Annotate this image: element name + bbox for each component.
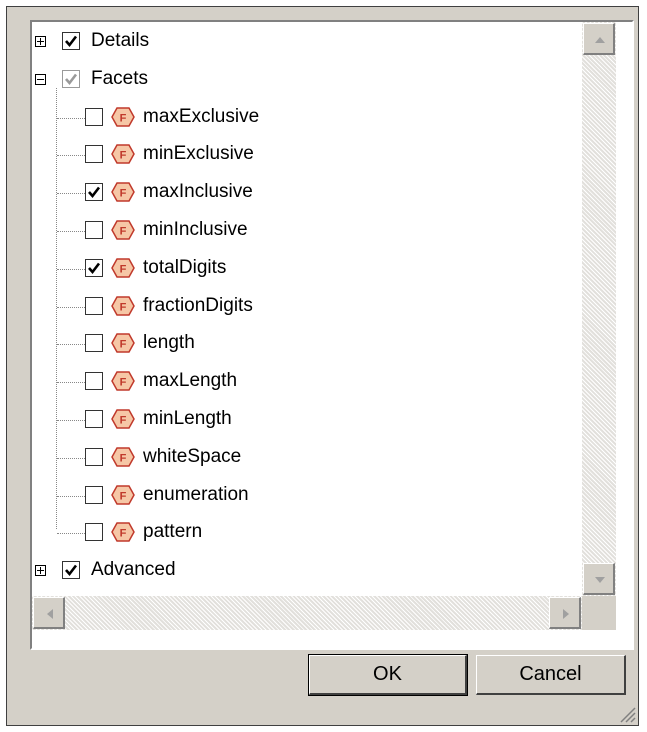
facet-icon: F (111, 447, 135, 467)
scroll-right-button[interactable] (549, 597, 581, 629)
facet-item-length[interactable]: Flength (32, 328, 572, 358)
facet-item-fractionDigits[interactable]: FfractionDigits (32, 291, 572, 321)
facet-checkbox[interactable] (85, 107, 103, 126)
svg-text:F: F (120, 528, 127, 540)
svg-text:F: F (120, 490, 127, 502)
facet-label: minLength (143, 408, 232, 429)
scroll-up-button[interactable] (583, 23, 615, 55)
svg-text:F: F (120, 150, 127, 162)
scroll-down-button[interactable] (583, 563, 615, 595)
facet-checkbox[interactable] (85, 523, 103, 542)
facet-checkbox[interactable] (85, 183, 103, 202)
facet-label: maxExclusive (143, 105, 260, 127)
svg-text:F: F (120, 415, 127, 427)
scroll-left-button[interactable] (33, 597, 65, 629)
svg-text:F: F (120, 301, 127, 313)
facet-icon: F (111, 333, 135, 354)
facet-label: maxLength (143, 370, 238, 392)
facet-icon: F (111, 295, 135, 316)
expand-icon[interactable] (35, 36, 46, 47)
facets-tree-panel: Details Facets FmaxExclusive FminExclusive F… (30, 20, 634, 650)
facet-item-pattern[interactable]: Fpattern (32, 517, 572, 547)
facet-checkbox[interactable] (85, 485, 103, 504)
ok-button[interactable]: OK (308, 654, 468, 696)
facet-selection-dialog: Details Facets FmaxExclusive FminExclusive F… (6, 6, 639, 726)
svg-text:F: F (120, 188, 127, 200)
facet-icon: F (111, 144, 135, 165)
group-label: Advanced (91, 559, 176, 581)
facet-item-maxInclusive[interactable]: FmaxInclusive (32, 177, 572, 207)
facet-label: enumeration (143, 483, 249, 505)
facet-checkbox[interactable] (85, 447, 103, 466)
arrow-up-icon (595, 37, 605, 43)
arrow-down-icon (595, 577, 605, 583)
group-label: Details (91, 30, 150, 51)
group-checkbox[interactable] (62, 32, 80, 50)
tree-group-advanced[interactable]: Advanced (32, 555, 572, 585)
resize-grip-icon[interactable] (618, 705, 636, 723)
svg-text:F: F (120, 452, 127, 464)
facet-checkbox[interactable] (85, 372, 103, 391)
facet-checkbox[interactable] (85, 334, 103, 353)
facet-icon: F (111, 258, 135, 278)
facet-item-maxExclusive[interactable]: FmaxExclusive (32, 102, 572, 132)
group-label: Facets (91, 67, 149, 89)
tree-group-facets[interactable]: Facets (32, 64, 572, 94)
cancel-button[interactable]: Cancel (476, 655, 626, 695)
arrow-right-icon (563, 609, 569, 619)
facet-checkbox[interactable] (85, 145, 103, 164)
facet-icon: F (111, 371, 135, 391)
arrow-left-icon (47, 609, 53, 619)
facets-tree: Details Facets FmaxExclusive FminExclusive F… (32, 22, 582, 596)
vertical-scroll-track[interactable] (582, 22, 616, 596)
svg-text:F: F (120, 377, 127, 389)
facet-label: whiteSpace (143, 445, 242, 467)
horizontal-scroll-track[interactable] (32, 596, 582, 630)
facet-item-enumeration[interactable]: Fenumeration (32, 480, 572, 510)
svg-text:F: F (120, 112, 127, 124)
facet-item-whiteSpace[interactable]: FwhiteSpace (32, 442, 572, 472)
scrollbar-corner (582, 596, 616, 630)
svg-text:F: F (120, 263, 127, 275)
expand-icon[interactable] (35, 565, 46, 577)
vertical-scrollbar[interactable] (582, 22, 616, 596)
facet-checkbox[interactable] (85, 258, 103, 277)
group-checkbox[interactable] (62, 69, 80, 88)
horizontal-scrollbar[interactable] (32, 596, 582, 630)
facet-icon: F (111, 522, 135, 543)
facet-icon: F (111, 182, 135, 202)
facet-label: length (143, 332, 195, 354)
facet-icon: F (111, 220, 135, 240)
group-checkbox[interactable] (62, 561, 80, 580)
facet-item-minInclusive[interactable]: FminInclusive (32, 215, 572, 245)
tree-group-details[interactable]: Details (32, 26, 572, 56)
facet-label: maxInclusive (143, 181, 253, 203)
facet-icon: F (111, 106, 135, 127)
facet-checkbox[interactable] (85, 296, 103, 315)
svg-text:F: F (120, 226, 127, 238)
facet-label: totalDigits (143, 256, 227, 278)
facet-item-minLength[interactable]: FminLength (32, 404, 572, 434)
collapse-icon[interactable] (35, 73, 46, 85)
facet-checkbox[interactable] (85, 221, 103, 239)
facet-icon: F (111, 409, 135, 429)
facet-checkbox[interactable] (85, 410, 103, 428)
facet-item-totalDigits[interactable]: FtotalDigits (32, 253, 572, 283)
facet-label: fractionDigits (143, 294, 253, 316)
facet-item-maxLength[interactable]: FmaxLength (32, 366, 572, 396)
svg-text:F: F (120, 339, 127, 351)
facet-item-minExclusive[interactable]: FminExclusive (32, 139, 572, 169)
facet-label: minInclusive (143, 219, 248, 240)
facet-label: minExclusive (143, 143, 254, 165)
facet-icon: F (111, 484, 135, 505)
facet-label: pattern (143, 521, 203, 543)
